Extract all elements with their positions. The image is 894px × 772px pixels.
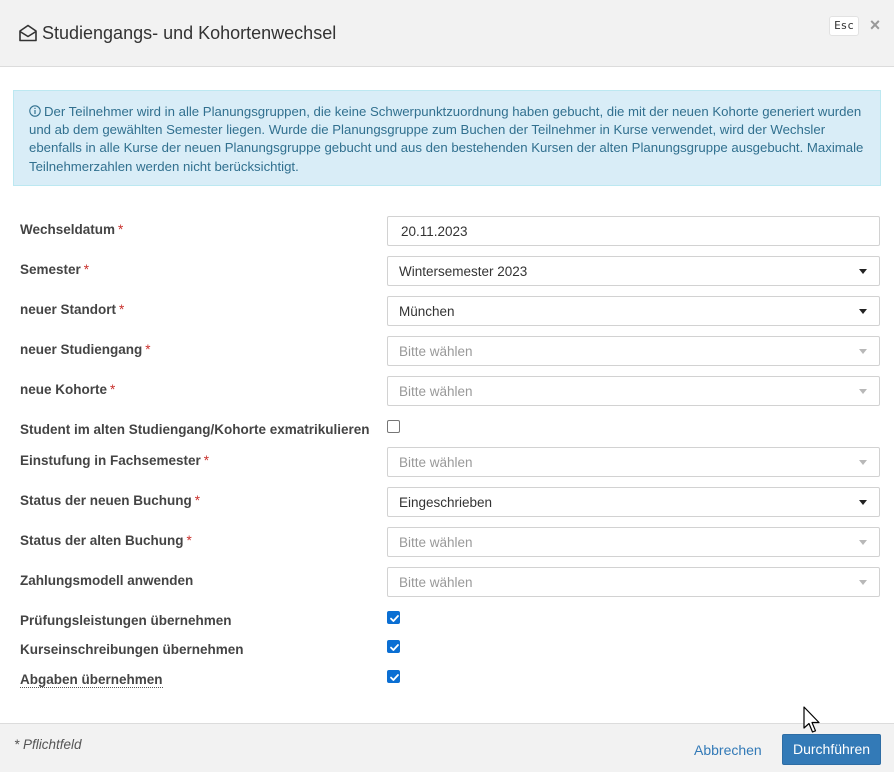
cancel-button[interactable]: Abbrechen <box>694 742 762 758</box>
wechseldatum-input[interactable]: 20.11.2023 <box>387 216 880 246</box>
zahlungsmodell-select[interactable]: Bitte wählen <box>387 567 880 597</box>
wechseldatum-value: 20.11.2023 <box>401 224 468 239</box>
standort-value: München <box>399 304 455 319</box>
dialog-title: Studiengangs- und Kohortenwechsel <box>42 23 337 43</box>
label-neue-buchung: Status der neuen Buchung * <box>20 493 201 508</box>
pruefungsleistungen-checkbox[interactable] <box>387 611 400 624</box>
abgaben-checkbox[interactable] <box>387 670 400 683</box>
label-alte-buchung: Status der alten Buchung * <box>20 533 192 548</box>
studiengang-select[interactable]: Bitte wählen <box>387 336 880 366</box>
label-semester: Semester * <box>20 262 90 277</box>
checkmark-icon <box>390 615 399 622</box>
neue-buchung-select[interactable]: Eingeschrieben <box>387 487 880 517</box>
standort-select[interactable]: München <box>387 296 880 326</box>
alte-buchung-placeholder: Bitte wählen <box>399 535 473 550</box>
required-field-hint: * Pflichtfeld <box>14 737 82 752</box>
close-icon[interactable]: × <box>867 14 883 36</box>
info-circle-icon <box>29 105 41 117</box>
label-exmatrikulieren: Student im alten Studiengang/Kohorte exm… <box>20 422 370 437</box>
exmatrikulieren-checkbox[interactable] <box>387 420 400 433</box>
neue-buchung-value: Eingeschrieben <box>399 495 493 510</box>
label-pruefungsleistungen: Prüfungsleistungen übernehmen <box>20 613 232 628</box>
caret-down-icon <box>859 540 867 545</box>
kohorte-select[interactable]: Bitte wählen <box>387 376 880 406</box>
caret-down-icon <box>859 460 867 465</box>
label-wechseldatum: Wechseldatum * <box>20 222 124 237</box>
label-studiengang: neuer Studiengang * <box>20 342 151 357</box>
studiengang-placeholder: Bitte wählen <box>399 344 473 359</box>
kohorte-placeholder: Bitte wählen <box>399 384 473 399</box>
caret-down-icon <box>859 389 867 394</box>
label-fachsemester: Einstufung in Fachsemester * <box>20 453 210 468</box>
submit-button[interactable]: Durchführen <box>782 734 881 765</box>
caret-down-icon <box>859 309 867 314</box>
checkmark-icon <box>390 674 399 681</box>
fachsemester-select[interactable]: Bitte wählen <box>387 447 880 477</box>
caret-down-icon <box>859 500 867 505</box>
caret-down-icon <box>859 269 867 274</box>
esc-key-hint: Esc <box>829 16 859 36</box>
info-text: Der Teilnehmer wird in alle Planungsgrup… <box>29 104 864 174</box>
label-kohorte: neue Kohorte * <box>20 382 116 397</box>
label-standort: neuer Standort * <box>20 302 125 317</box>
label-abgaben: Abgaben übernehmen <box>20 672 163 688</box>
kurseinschreibungen-checkbox[interactable] <box>387 640 400 653</box>
mouse-pointer-icon <box>803 706 820 733</box>
caret-down-icon <box>859 349 867 354</box>
label-kurseinschreibungen: Kurseinschreibungen übernehmen <box>20 642 244 657</box>
dialog-footer: * Pflichtfeld Abbrechen Durchführen <box>0 723 894 772</box>
label-zahlungsmodell: Zahlungsmodell anwenden <box>20 573 194 588</box>
semester-value: Wintersemester 2023 <box>399 264 528 279</box>
envelope-open-icon <box>19 24 37 42</box>
zahlungsmodell-placeholder: Bitte wählen <box>399 575 473 590</box>
semester-select[interactable]: Wintersemester 2023 <box>387 256 880 286</box>
caret-down-icon <box>859 580 867 585</box>
alte-buchung-select[interactable]: Bitte wählen <box>387 527 880 557</box>
fachsemester-placeholder: Bitte wählen <box>399 455 473 470</box>
dialog-header: Studiengangs- und Kohortenwechsel Esc × <box>0 0 894 67</box>
info-alert: Der Teilnehmer wird in alle Planungsgrup… <box>13 90 881 186</box>
checkmark-icon <box>390 644 399 651</box>
